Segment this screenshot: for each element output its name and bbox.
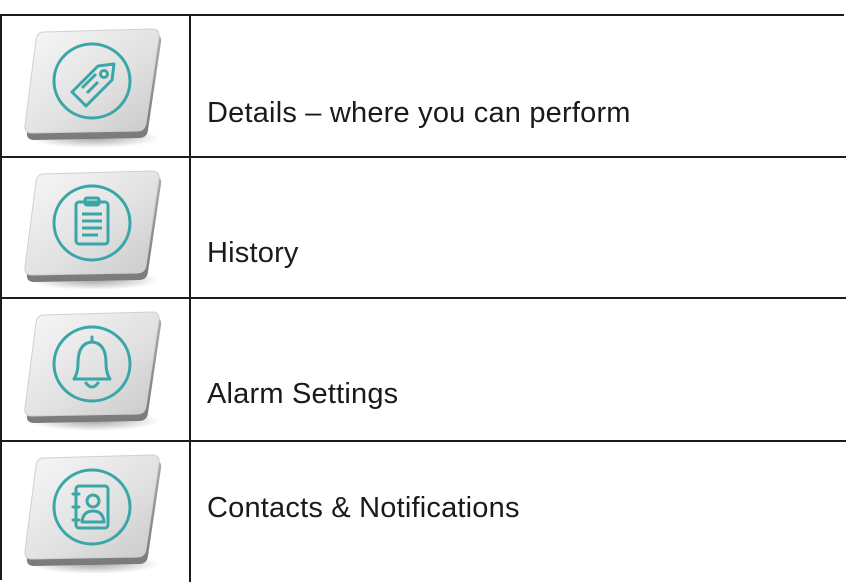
menu-item-label: Alarm Settings <box>207 378 399 410</box>
contact-card-icon[interactable] <box>16 452 166 576</box>
icon-cell <box>2 158 189 297</box>
menu-item-label: Contacts & Notifications <box>207 492 520 524</box>
label-cell: Contacts & Notifications <box>191 442 846 582</box>
menu-row-contacts-notifications[interactable]: Contacts & Notifications <box>2 442 846 582</box>
menu-item-label: History <box>207 237 299 269</box>
bell-icon[interactable] <box>16 309 166 433</box>
label-cell: Details – where you can perform <box>191 16 846 156</box>
label-cell: History <box>191 158 846 297</box>
menu-row-details[interactable]: Details – where you can perform <box>2 16 846 158</box>
icon-cell <box>2 299 189 440</box>
menu-row-history[interactable]: History <box>2 158 846 299</box>
menu-row-alarm-settings[interactable]: Alarm Settings <box>2 299 846 442</box>
icon-cell <box>2 16 189 156</box>
tag-icon[interactable] <box>16 26 166 150</box>
menu-item-label: Details – where you can perform <box>207 97 631 129</box>
icon-cell <box>2 442 189 582</box>
clipboard-icon[interactable] <box>16 168 166 292</box>
label-cell: Alarm Settings <box>191 299 846 440</box>
menu-table: Details – where you can perform History … <box>0 14 846 582</box>
